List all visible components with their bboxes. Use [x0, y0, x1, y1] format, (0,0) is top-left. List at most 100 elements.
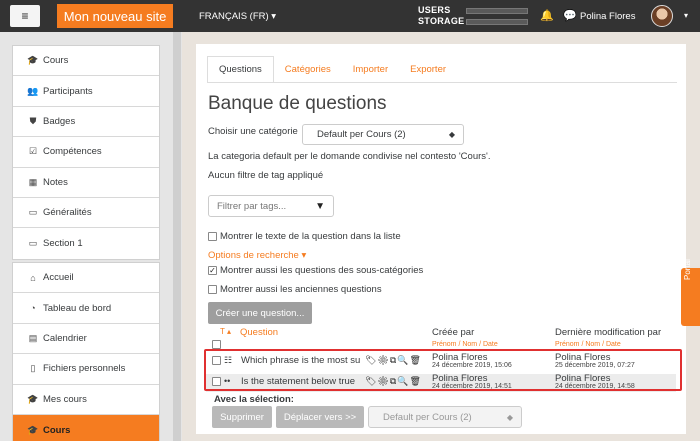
site-nav-group: ⌂ Accueil ◔ Tableau de bord ▤ Calendrier ▯ F…	[12, 262, 160, 441]
sidebar-item-label: Mes cours	[43, 393, 87, 405]
subcategories-label: Montrer aussi les questions des sous-cat…	[220, 265, 424, 276]
chat-icon[interactable]: 💬	[563, 9, 577, 22]
home-icon: ⌂	[30, 272, 36, 283]
storage-label: STORAGE	[418, 16, 465, 26]
modified-sort-links[interactable]: Prénom / Nom / Date	[555, 341, 621, 348]
usage-labels: USERS STORAGE	[418, 5, 464, 27]
portal-label: Portal	[683, 259, 692, 280]
sidebar-item-cours[interactable]: 🎓 Cours	[13, 46, 159, 77]
sidebar-item-label: Badges	[43, 115, 76, 127]
sidebar-item-label: Cours	[43, 424, 71, 436]
tab-categories[interactable]: Catégories	[274, 56, 342, 83]
with-selection-label: Avec la sélection:	[214, 394, 294, 405]
sidebar-item-label: Calendrier	[43, 332, 87, 344]
select-arrows-icon: ◆	[448, 130, 455, 139]
category-label: Choisir une catégorie	[208, 126, 298, 137]
category-select-value: Default per Cours (2)	[317, 129, 406, 140]
show-text-label: Montrer le texte de la question dans la …	[220, 231, 401, 242]
tag-filter-status: Aucun filtre de tag appliqué	[208, 170, 324, 181]
hamburger-menu-button[interactable]: ≡	[10, 5, 40, 27]
sidebar-item-label: Notes	[43, 176, 68, 188]
shield-icon: ⛊	[29, 115, 37, 126]
sidebar-item-competences[interactable]: ☑ Compétences	[13, 137, 159, 168]
folder-icon: ▭	[28, 238, 38, 249]
tab-bar: Questions Catégories Importer Exporter	[207, 56, 457, 83]
sidebar-item-label: Compétences	[43, 146, 102, 158]
folder-icon: ▭	[28, 207, 38, 218]
created-column-header: Créée par	[432, 327, 475, 338]
tab-questions[interactable]: Questions	[207, 56, 274, 83]
sidebar-item-notes[interactable]: ▦ Notes	[13, 168, 159, 198]
sidebar-item-label: Tableau de bord	[43, 302, 112, 314]
modified-column-header: Dernière modification par	[555, 327, 662, 338]
checkbox-icon: ☑	[28, 146, 38, 157]
old-questions-label: Montrer aussi les anciennes questions	[220, 284, 382, 295]
sidebar-item-label: Cours	[43, 55, 69, 67]
sidebar-item-calendrier[interactable]: ▤ Calendrier	[13, 324, 159, 355]
sidebar-item-cours-active[interactable]: 🎓 Cours	[13, 414, 159, 441]
delete-button[interactable]: Supprimer	[212, 406, 272, 428]
user-menu-caret-icon[interactable]: ▾	[684, 11, 688, 20]
show-text-option[interactable]: Montrer le texte de la question dans la …	[208, 231, 401, 242]
created-sort-links[interactable]: Prénom / Nom / Date	[432, 341, 498, 348]
sidebar-item-label: Participants	[43, 85, 93, 97]
dropdown-triangle-icon: ▼	[315, 200, 325, 212]
users-label: USERS	[418, 5, 451, 15]
sidebar-item-mes-cours[interactable]: 🎓 Mes cours	[13, 385, 159, 415]
show-text-checkbox[interactable]	[208, 232, 217, 241]
sidebar-item-participants[interactable]: 👥 Participants	[13, 76, 159, 107]
move-to-button[interactable]: Déplacer vers >>	[276, 406, 364, 428]
category-description: La categoria default per le domande cond…	[208, 151, 491, 162]
bell-icon[interactable]: 🔔	[540, 9, 554, 22]
sidebar-scrollbar[interactable]	[173, 32, 181, 441]
users-icon: 👥	[27, 85, 39, 96]
sidebar-item-accueil[interactable]: ⌂ Accueil	[13, 263, 159, 294]
graduation-cap-icon: 🎓	[27, 424, 39, 435]
sidebar-item-badges[interactable]: ⛊ Badges	[13, 107, 159, 138]
move-target-value: Default per Cours (2)	[383, 411, 472, 423]
select-all-checkbox[interactable]	[212, 340, 221, 349]
table-icon: ▦	[28, 176, 38, 187]
graduation-cap-icon: 🎓	[27, 55, 39, 66]
tag-filter-placeholder: Filtrer par tags...	[217, 200, 287, 212]
dashboard-icon: ◔	[30, 303, 36, 314]
tab-exporter[interactable]: Exporter	[399, 56, 457, 83]
old-questions-option[interactable]: Montrer aussi les anciennes questions	[208, 284, 382, 295]
avatar[interactable]	[651, 5, 673, 27]
sidebar: 🎓 Cours 👥 Participants ⛊ Badges ☑ Compétence…	[0, 32, 182, 441]
file-icon: ▯	[30, 363, 36, 374]
storage-usage-bar	[466, 19, 528, 25]
users-usage-bar	[466, 8, 528, 14]
sidebar-item-label: Section 1	[43, 238, 83, 250]
subcategories-checkbox[interactable]: ✓	[208, 266, 217, 275]
sidebar-item-section-1[interactable]: ▭ Section 1	[13, 228, 159, 258]
search-options-toggle[interactable]: Options de recherche ▾	[208, 250, 306, 261]
sidebar-item-tableau-de-bord[interactable]: ◔ Tableau de bord	[13, 293, 159, 324]
move-target-select[interactable]: Default per Cours (2) ◆	[368, 406, 522, 428]
course-nav-group: 🎓 Cours 👥 Participants ⛊ Badges ☑ Compétence…	[12, 45, 160, 260]
category-select[interactable]: Default per Cours (2) ◆	[302, 124, 464, 145]
sidebar-item-fichiers-personnels[interactable]: ▯ Fichiers personnels	[13, 354, 159, 385]
sidebar-item-label: Généralités	[43, 207, 92, 219]
sidebar-item-label: Accueil	[43, 272, 74, 284]
graduation-cap-icon: 🎓	[27, 393, 39, 404]
user-name[interactable]: Polina Flores	[580, 11, 635, 22]
page-title: Banque de questions	[208, 93, 387, 114]
site-name-link[interactable]: Mon nouveau site	[57, 4, 173, 28]
calendar-icon: ▤	[28, 332, 38, 343]
tab-importer[interactable]: Importer	[342, 56, 399, 83]
tag-filter-input[interactable]: Filtrer par tags... ▼	[208, 195, 334, 217]
sidebar-item-generalites[interactable]: ▭ Généralités	[13, 198, 159, 229]
old-questions-checkbox[interactable]	[208, 285, 217, 294]
top-navbar: ≡ Mon nouveau site FRANÇAIS (FR) ▾ USERS…	[0, 0, 700, 32]
highlight-box	[204, 349, 682, 391]
subcategories-option[interactable]: ✓ Montrer aussi les questions des sous-c…	[208, 265, 423, 276]
tab-divider	[207, 82, 677, 83]
portal-tab[interactable]: Portal	[681, 259, 700, 326]
sort-type-header[interactable]: T ▴	[220, 327, 231, 336]
question-column-header[interactable]: Question	[240, 327, 278, 338]
create-question-button[interactable]: Créer une question...	[208, 302, 312, 324]
sidebar-item-label: Fichiers personnels	[43, 363, 126, 375]
language-menu[interactable]: FRANÇAIS (FR) ▾	[199, 11, 276, 22]
select-arrows-icon: ◆	[506, 412, 513, 422]
